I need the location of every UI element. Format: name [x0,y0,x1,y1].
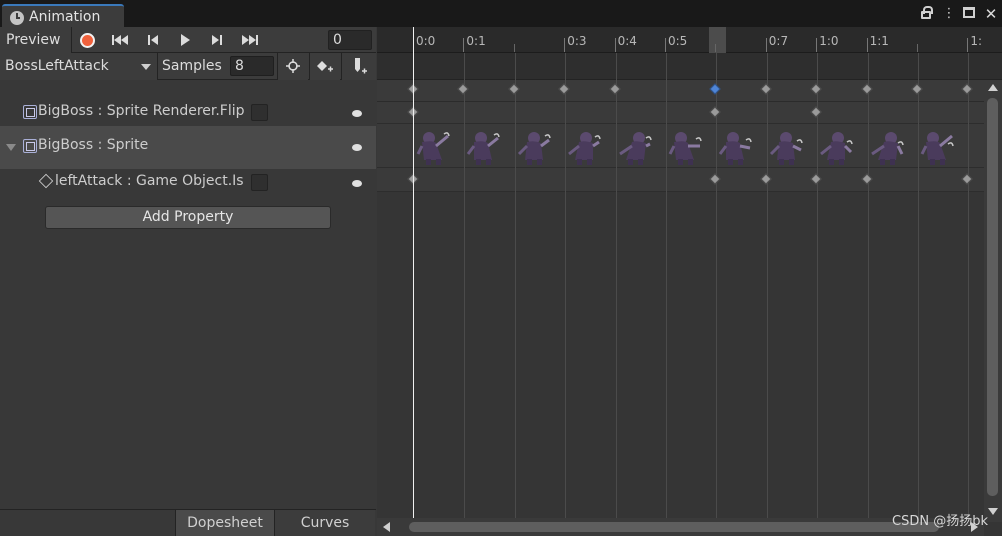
sprite-renderer-icon [23,105,37,119]
skip-end-icon [242,35,258,45]
dopesheet-timeline[interactable]: 0:0 0:1 0:3 0:4 0:5 0:7 1:0 1:1 1: [377,27,1002,536]
keyframe[interactable] [810,173,822,185]
samples-label: Samples [162,58,222,74]
window-controls: ⋮ ✕ [921,6,998,22]
sprite-keyframe-thumbnail[interactable] [718,126,753,166]
play-button[interactable] [172,29,198,51]
step-back-icon [148,35,158,45]
horizontal-scroll-thumb[interactable] [409,522,939,532]
tab-dopesheet[interactable]: Dopesheet [175,510,275,536]
scroll-up-icon[interactable] [988,84,998,91]
preview-button[interactable]: Preview [0,27,72,53]
keyframe[interactable] [961,83,974,95]
keyframe-layer [377,27,984,518]
property-label: BigBoss : Sprite Renderer.Flip [38,103,245,119]
tab-curves[interactable]: Curves [275,510,375,536]
gameobject-icon [38,173,54,189]
property-row[interactable]: leftAttack : Game Object.Is [0,170,376,195]
clip-select[interactable]: BossLeftAttack [0,53,158,80]
expand-arrow-icon[interactable] [6,144,16,151]
snap-button[interactable] [277,53,308,80]
add-keyframe-button[interactable] [309,53,340,80]
next-keyframe-button[interactable] [204,29,230,51]
first-keyframe-button[interactable] [106,29,134,51]
close-button[interactable]: ✕ [984,5,998,23]
sprite-keyframe-thumbnail[interactable] [416,126,450,166]
keyframe[interactable] [508,83,520,95]
play-icon [181,34,190,46]
add-keyframe-icon [317,61,333,72]
step-forward-icon [212,35,222,45]
keyframe[interactable] [860,83,873,95]
keyframe[interactable] [760,173,772,185]
sprite-keyframe-thumbnail[interactable] [819,126,853,166]
scroll-down-icon[interactable] [988,508,998,515]
kebab-menu-icon: ⋮ [942,6,956,21]
sprite-keyframe-thumbnail[interactable] [769,126,803,166]
current-frame-field[interactable]: 0 [328,30,372,50]
maximize-button[interactable] [963,7,977,21]
samples-field[interactable]: 8 [230,56,274,76]
sprite-renderer-icon [23,139,37,153]
watermark: CSDN @扬扬bk [892,514,988,529]
previous-keyframe-button[interactable] [140,29,166,51]
property-row[interactable]: BigBoss : Sprite [0,126,376,169]
record-icon [80,33,95,48]
sprite-keyframe-thumbnail[interactable] [517,126,551,166]
property-panel: Preview 0 BossLeftAttack Samples 8 BigBo… [0,27,376,536]
clip-name: BossLeftAttack [5,58,109,74]
animation-tab[interactable]: Animation [2,4,124,28]
last-keyframe-button[interactable] [236,29,264,51]
keyframe[interactable] [961,173,974,185]
keyframe[interactable] [558,83,570,95]
property-options-icon[interactable] [352,180,362,187]
sprite-keyframe-thumbnail[interactable] [870,126,904,166]
keyframe[interactable] [911,83,923,95]
property-list: BigBoss : Sprite Renderer.Flip BigBoss :… [0,80,376,509]
property-row[interactable]: BigBoss : Sprite Renderer.Flip [0,100,376,125]
clock-icon [10,11,24,25]
add-property-button[interactable]: Add Property [45,206,331,229]
property-toggle[interactable] [251,174,268,191]
keyframe[interactable] [457,83,470,95]
property-options-icon[interactable] [352,144,362,151]
keyframe[interactable] [810,106,822,118]
add-event-icon [355,58,367,74]
keyframe[interactable] [608,83,621,95]
sprite-keyframe-thumbnail[interactable] [668,126,702,166]
sprite-keyframe-thumbnail[interactable] [567,126,601,166]
playback-toolbar: Preview 0 [0,27,376,53]
scroll-left-icon[interactable] [383,522,390,532]
vertical-scroll-thumb[interactable] [987,98,998,496]
close-icon: ✕ [984,5,998,23]
chevron-down-icon [141,64,151,70]
skip-start-icon [112,35,128,45]
keyframe[interactable] [709,106,722,118]
record-button[interactable] [74,29,100,51]
property-label: leftAttack : Game Object.Is [55,173,244,189]
add-event-button[interactable] [341,53,376,80]
sprite-keyframe-thumbnail[interactable] [466,126,501,166]
sprite-keyframe-thumbnail[interactable] [920,126,954,166]
keyframe[interactable] [860,173,873,185]
property-options-icon[interactable] [352,110,362,117]
keyframe[interactable] [709,173,722,185]
playhead-line[interactable] [413,27,414,522]
clip-toolbar: BossLeftAttack Samples 8 [0,53,376,80]
tab-title: Animation [29,9,101,25]
lock-button[interactable] [921,6,935,21]
crosshair-icon [286,59,300,73]
vertical-scrollbar[interactable] [984,80,1002,522]
property-label: BigBoss : Sprite [38,137,149,153]
property-toggle[interactable] [251,104,268,121]
keyframe[interactable] [760,83,772,95]
window-tab-bar: Animation ⋮ ✕ [0,0,1002,28]
view-mode-tabs: Dopesheet Curves [0,509,376,536]
sprite-keyframe-thumbnail[interactable] [618,126,652,166]
keyframe[interactable] [810,83,822,95]
lock-icon [921,6,933,19]
more-options-button[interactable]: ⋮ [942,7,956,21]
keyframe[interactable] [709,83,722,95]
maximize-icon [963,7,975,18]
